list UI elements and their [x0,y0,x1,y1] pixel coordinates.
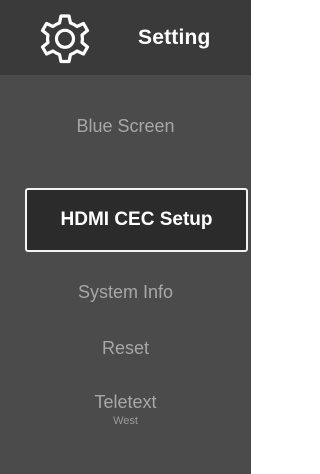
menu-item-system-info[interactable]: System Info [0,282,251,303]
menu-item-blue-screen[interactable]: Blue Screen [0,116,251,137]
menu-item-hdmi-cec-setup[interactable]: HDMI CEC Setup [25,188,248,252]
menu-header: Setting [0,0,251,75]
menu-item-reset[interactable]: Reset [0,338,251,359]
menu-item-label: Teletext [94,392,157,412]
menu-title: Setting [138,26,211,49]
settings-menu-panel: Setting Blue Screen HDMI CEC Setup Syste… [0,0,251,474]
gear-icon [40,14,90,64]
menu-item-teletext[interactable]: Teletext West [0,392,251,427]
menu-item-value: West [113,415,138,427]
